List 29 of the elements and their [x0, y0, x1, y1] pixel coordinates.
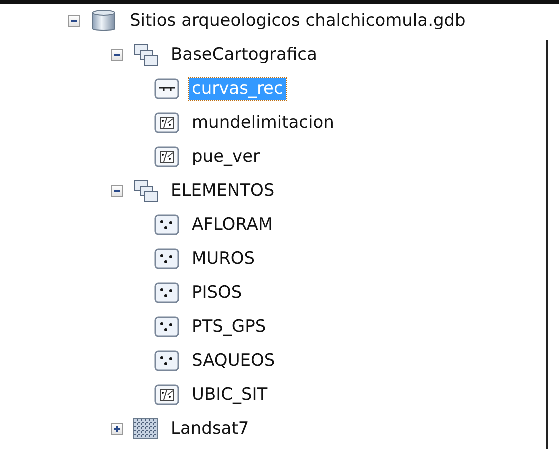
tree-item[interactable]: PISOS — [189, 282, 246, 304]
tree-item[interactable]: Landsat7 — [168, 418, 252, 440]
collapse-icon[interactable] — [68, 15, 80, 27]
point-layer-icon — [154, 350, 180, 372]
raster-icon — [133, 418, 159, 440]
tree-item[interactable]: MUROS — [189, 248, 258, 270]
dataset-icon — [133, 43, 159, 67]
tree-item[interactable]: BaseCartografica — [168, 44, 320, 66]
database-icon — [90, 9, 118, 33]
tree-item[interactable]: ELEMENTOS — [168, 180, 278, 202]
point-layer-icon — [154, 282, 180, 304]
polygon-layer-icon — [154, 112, 180, 134]
point-layer-icon — [154, 214, 180, 236]
tree-item[interactable]: mundelimitacion — [189, 112, 338, 134]
tree-item[interactable]: UBIC_SIT — [189, 384, 271, 406]
tree-item[interactable]: AFLORAM — [189, 214, 276, 236]
collapse-icon[interactable] — [111, 185, 123, 197]
tree-item[interactable]: pue_ver — [189, 146, 264, 168]
polygon-layer-icon — [154, 384, 180, 406]
line-layer-icon — [154, 78, 180, 100]
dataset-icon — [133, 179, 159, 203]
point-layer-icon — [154, 316, 180, 338]
tree-item[interactable]: Sitios arqueologicos chalchicomula.gdb — [127, 10, 469, 32]
expand-icon[interactable] — [111, 423, 123, 435]
tree-item[interactable]: SAQUEOS — [189, 350, 278, 372]
tree-item[interactable]: PTS_GPS — [189, 316, 270, 338]
polygon-layer-icon — [154, 146, 180, 168]
point-layer-icon — [154, 248, 180, 270]
collapse-icon[interactable] — [111, 49, 123, 61]
